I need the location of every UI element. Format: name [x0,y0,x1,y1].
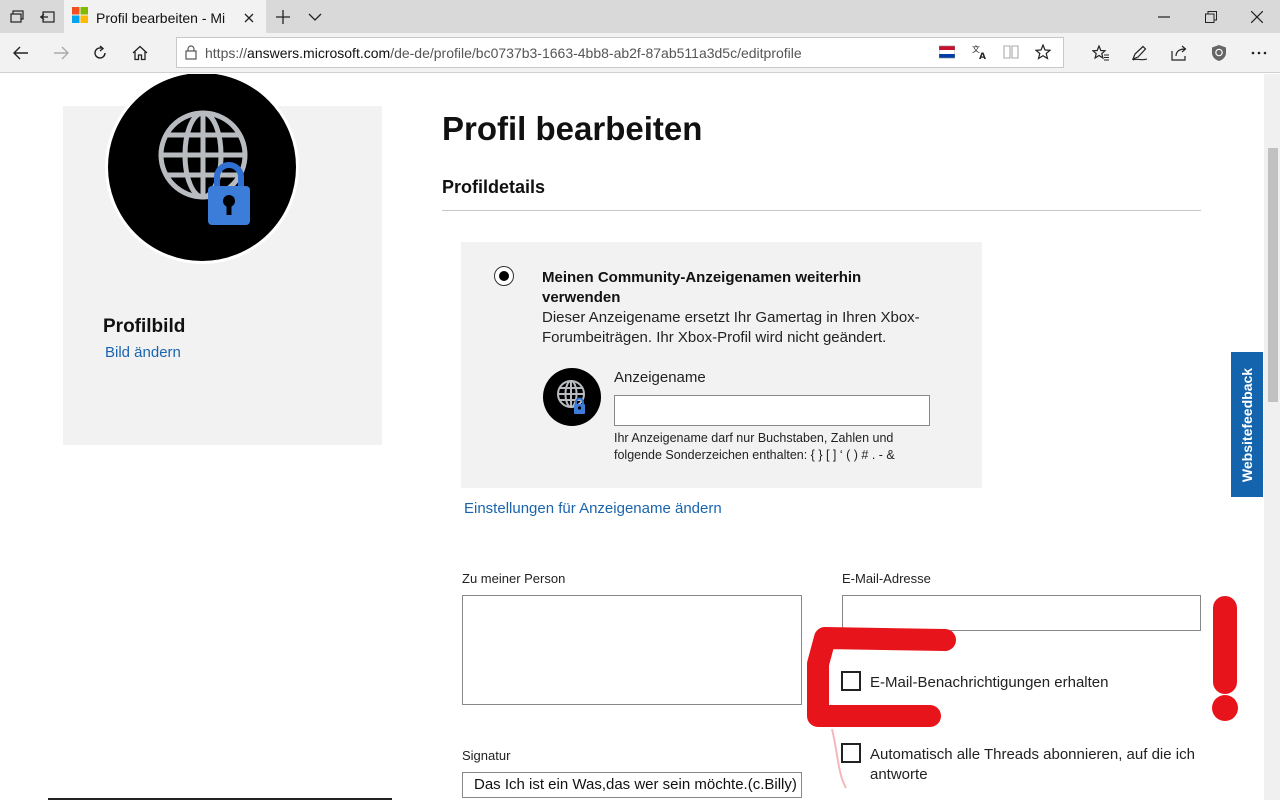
forward-icon[interactable] [50,42,72,64]
section-title: Profildetails [442,177,546,197]
new-tab-icon[interactable] [272,6,294,28]
minimize-icon[interactable] [1152,6,1176,28]
keep-display-name-radio[interactable] [494,266,514,286]
signature-label: Signatur [462,748,511,763]
reading-view-icon[interactable] [1003,45,1019,64]
scrollbar-thumb[interactable] [1268,148,1278,402]
home-icon[interactable] [129,42,151,64]
more-icon[interactable] [1248,42,1270,64]
translate-icon[interactable]: 文A [972,44,988,65]
website-feedback-label: Websitefeedback [1239,367,1255,482]
display-name-panel: Meinen Community-Anzeigenamen weiterhin … [461,242,982,488]
page-scrollbar[interactable] [1264,74,1280,800]
email-notifications-checkbox[interactable] [841,671,861,691]
flag-icon[interactable] [938,45,956,64]
tab-actions-icon[interactable] [6,6,28,28]
favorite-star-icon[interactable] [1034,43,1052,65]
display-name-input[interactable] [614,395,930,426]
radio-selected-dot [499,271,509,281]
change-picture-link[interactable]: Bild ändern [105,344,181,361]
share-icon[interactable] [1169,42,1191,64]
tab-title: Profil bearbeiten - Mi [96,9,226,26]
email-input[interactable] [842,595,1201,631]
email-notifications-label: E-Mail-Benachrichtigungen erhalten [870,674,1109,691]
address-bar[interactable]: https://answers.microsoft.com/de-de/prof… [176,37,1064,68]
close-window-icon[interactable] [1245,6,1269,28]
refresh-icon[interactable] [89,42,111,64]
display-name-hint: Ihr Anzeigename darf nur Buchstaben, Zah… [614,431,895,462]
radio-title: Meinen Community-Anzeigenamen weiterhin … [542,269,862,306]
browser-toolbar: https://answers.microsoft.com/de-de/prof… [0,33,1280,73]
radio-description: Dieser Anzeigename ersetzt Ihr Gamertag … [542,309,920,346]
website-feedback-tab[interactable]: Websitefeedback [1231,352,1263,497]
page-content: Profilbild Bild ändern Profil bearbeiten… [0,74,1280,800]
about-me-textarea[interactable] [462,595,802,705]
extension-icon[interactable] [1208,42,1230,64]
tab-list-icon[interactable] [304,6,326,28]
set-aside-icon[interactable] [36,6,58,28]
lock-icon [185,45,197,60]
restore-icon[interactable] [1199,6,1223,28]
section-divider [442,210,1201,211]
auto-subscribe-label: Automatisch alle Threads abonnieren, auf… [870,746,1195,783]
avatar-small [543,368,601,426]
email-label: E-Mail-Adresse [842,571,931,586]
url-text: https://answers.microsoft.com/de-de/prof… [205,44,802,61]
favorites-icon[interactable] [1090,42,1112,64]
close-tab-icon[interactable] [240,9,258,27]
active-tab[interactable]: Profil bearbeiten - Mi [64,0,266,33]
about-me-label: Zu meiner Person [462,571,566,586]
display-name-label: Anzeigename [614,369,706,386]
display-name-settings-link[interactable]: Einstellungen für Anzeigename ändern [464,500,722,517]
tab-bar: Profil bearbeiten - Mi [0,0,1280,33]
svg-text:A: A [979,52,986,60]
back-icon[interactable] [10,42,32,64]
pen-icon[interactable] [1129,42,1151,64]
ms-logo-icon [72,7,88,28]
signature-input[interactable]: Das Ich ist ein Was,das wer sein möchte.… [462,772,802,798]
profile-picture-title: Profilbild [103,316,186,337]
auto-subscribe-checkbox[interactable] [841,743,861,763]
page-title: Profil bearbeiten [442,110,703,147]
avatar[interactable] [105,74,299,264]
